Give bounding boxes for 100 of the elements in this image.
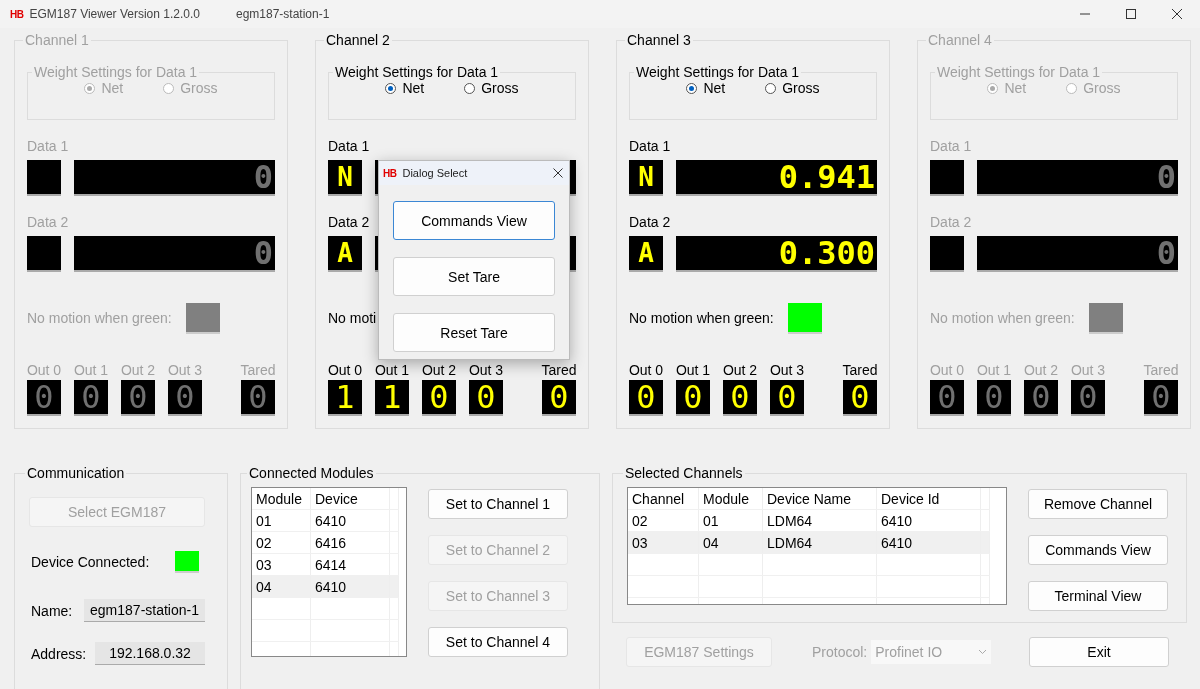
dialog-button[interactable]: Set Tare <box>393 257 555 296</box>
radio-label: Gross <box>481 80 519 96</box>
tared-label: Tared <box>240 362 276 378</box>
table-cell: 03 <box>252 553 311 576</box>
value-display: 0 <box>74 160 275 196</box>
output-display: 0 <box>629 380 663 416</box>
unit-display: N <box>629 160 663 196</box>
group-title: Connected Modules <box>248 465 375 481</box>
data-label: Data 1 <box>930 138 972 154</box>
output-label: Out 2 <box>1023 362 1059 378</box>
unit-display <box>27 160 61 196</box>
unit-display <box>930 160 964 196</box>
address-label: Address: <box>31 645 87 662</box>
chevron-icon <box>978 649 988 655</box>
tared-display: 0 <box>542 380 576 416</box>
radio-label: Net <box>101 80 124 96</box>
table-cell: 6416 <box>310 531 390 554</box>
table-row[interactable]: 02 6416 <box>252 531 399 554</box>
output-label: Out 1 <box>675 362 711 378</box>
table-row[interactable]: 03 04 LDM64 6410 <box>628 531 990 554</box>
data-label: Data 2 <box>27 214 69 230</box>
table-cell: 02 <box>252 531 311 554</box>
unit-display <box>27 236 61 272</box>
dialog-button[interactable]: Commands View <box>393 201 555 240</box>
value-display: 0.941 <box>676 160 877 196</box>
radio-button[interactable] <box>1066 82 1078 94</box>
connected-label: Device Connected: <box>31 554 150 570</box>
output-label: Out 3 <box>769 362 805 378</box>
dialog-title: Dialog Select <box>402 167 468 179</box>
output-display: 0 <box>1071 380 1105 416</box>
set-channel-button[interactable]: Set to Channel 4 <box>428 627 568 657</box>
value-display: 0 <box>977 236 1178 272</box>
channel-title: Channel 1 <box>24 32 90 48</box>
output-label: Out 3 <box>468 362 504 378</box>
output-display: 0 <box>27 380 61 416</box>
channel-title: Channel 4 <box>927 32 993 48</box>
column-header: Device Id <box>876 488 981 510</box>
value-display: 0 <box>977 160 1178 196</box>
output-label: Out 2 <box>421 362 457 378</box>
output-display: 0 <box>168 380 202 416</box>
output-label: Out 2 <box>120 362 156 378</box>
column-header: Module <box>698 488 763 510</box>
output-label: Out 1 <box>73 362 109 378</box>
radio-button[interactable] <box>84 82 96 94</box>
column-header: Device <box>310 488 390 510</box>
action-button[interactable]: Commands View <box>1028 535 1168 565</box>
unit-display: N <box>328 160 362 196</box>
output-label: Out 2 <box>722 362 758 378</box>
action-button[interactable]: Remove Channel <box>1028 489 1168 519</box>
table-row[interactable]: 02 01 LDM64 6410 <box>628 509 990 532</box>
table-row[interactable]: 04 6410 <box>252 575 399 598</box>
output-label: Out 3 <box>1070 362 1106 378</box>
radio-button[interactable] <box>464 82 476 94</box>
radio-button[interactable] <box>987 82 999 94</box>
radio-button[interactable] <box>163 82 175 94</box>
tared-label: Tared <box>541 362 577 378</box>
unit-display: A <box>629 236 663 272</box>
motion-label: No motion when green: <box>930 310 1075 326</box>
output-label: Out 0 <box>26 362 62 378</box>
dialog-button[interactable]: Reset Tare <box>393 313 555 352</box>
radio-button[interactable] <box>686 82 698 94</box>
table-cell: 02 <box>628 509 699 532</box>
app-logo: HB <box>10 8 24 20</box>
exit-button[interactable]: Exit <box>1029 637 1169 667</box>
set-channel-button[interactable]: Set to Channel 1 <box>428 489 568 519</box>
tared-label: Tared <box>842 362 878 378</box>
group-title: Weight Settings for Data 1 <box>334 64 500 80</box>
output-label: Out 0 <box>628 362 664 378</box>
output-display: 0 <box>422 380 456 416</box>
group-title: Weight Settings for Data 1 <box>33 64 199 80</box>
address-field: 192.168.0.32 <box>95 642 205 665</box>
group-title: Weight Settings for Data 1 <box>936 64 1102 80</box>
output-label: Out 1 <box>374 362 410 378</box>
data-label: Data 1 <box>629 138 671 154</box>
output-label: Out 0 <box>327 362 363 378</box>
action-button[interactable]: Terminal View <box>1028 581 1168 611</box>
tared-label: Tared <box>1143 362 1179 378</box>
data-label: Data 2 <box>629 214 671 230</box>
group-title: Weight Settings for Data 1 <box>635 64 801 80</box>
unit-display <box>930 236 964 272</box>
close-icon[interactable] <box>553 168 563 178</box>
channel-title: Channel 3 <box>626 32 692 48</box>
output-display: 0 <box>1024 380 1058 416</box>
table-row[interactable]: 03 6414 <box>252 553 399 576</box>
radio-button[interactable] <box>385 82 397 94</box>
group-title: Selected Channels <box>624 465 744 481</box>
radio-label: Net <box>1004 80 1027 96</box>
table-cell: 01 <box>252 509 311 532</box>
output-display: 1 <box>328 380 362 416</box>
table-cell: 6410 <box>876 509 981 532</box>
output-display: 0 <box>469 380 503 416</box>
radio-label: Gross <box>1083 80 1121 96</box>
window-subtitle: egm187-station-1 <box>236 7 330 21</box>
table-row[interactable]: 01 6410 <box>252 509 399 532</box>
table-cell: 6410 <box>310 509 390 532</box>
radio-button[interactable] <box>765 82 777 94</box>
output-display: 0 <box>723 380 757 416</box>
group-title: Communication <box>26 465 126 481</box>
tared-display: 0 <box>1144 380 1178 416</box>
tared-display: 0 <box>241 380 275 416</box>
